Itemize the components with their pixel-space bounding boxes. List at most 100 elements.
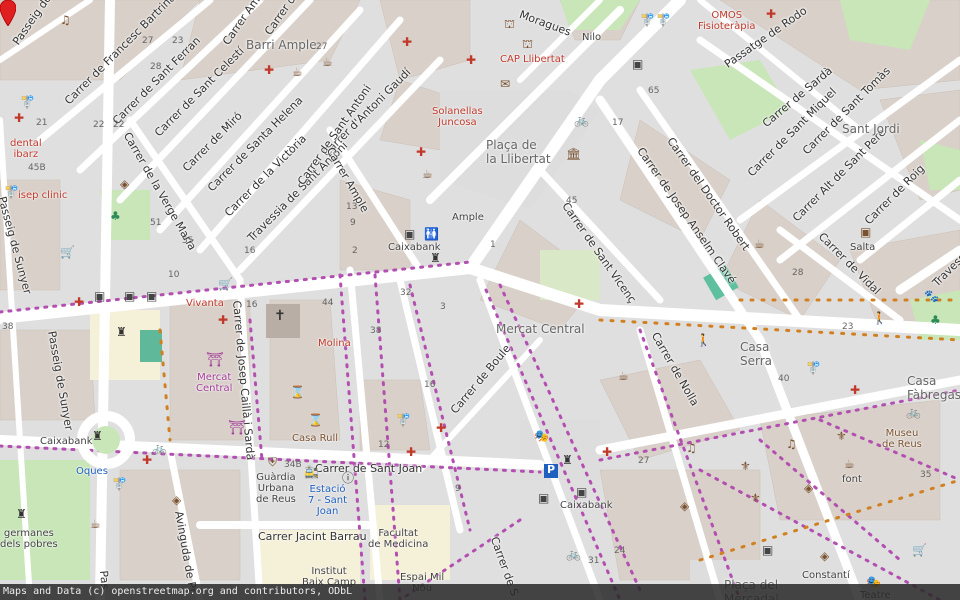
cafe-icon[interactable]: ☕: [322, 56, 333, 68]
historic-icon[interactable]: ⌛: [308, 414, 323, 426]
cafe-icon[interactable]: ☕: [90, 518, 101, 530]
bank-icon[interactable]: ▣: [124, 290, 135, 302]
bank-icon[interactable]: ▣: [94, 290, 105, 302]
pharmacy-icon[interactable]: ✚: [466, 54, 476, 66]
poi-label[interactable]: dental ibarz: [10, 138, 42, 160]
toilets-icon[interactable]: 🚻: [424, 228, 439, 240]
cafe-icon[interactable]: ☕: [844, 458, 855, 470]
gift-icon[interactable]: ⚜: [750, 492, 761, 504]
pharmacy-icon[interactable]: ✚: [850, 384, 860, 396]
poi-label[interactable]: Estació 7 - Sant Joan: [308, 484, 347, 517]
place-label[interactable]: Sant Jordi: [842, 122, 900, 136]
pharmacy-icon[interactable]: ✚: [416, 146, 426, 158]
pedestrian-icon[interactable]: 🚶: [696, 334, 711, 346]
theatre-icon[interactable]: 🎭: [534, 430, 549, 442]
art-icon[interactable]: ◈: [120, 178, 129, 190]
townhall-icon[interactable]: ⛫: [504, 18, 515, 30]
townhall-icon[interactable]: ⛫: [522, 38, 533, 50]
pharmacy-icon[interactable]: ✚: [402, 36, 412, 48]
pharmacy-icon[interactable]: ✚: [574, 298, 584, 310]
poi-label[interactable]: Mercat Central: [196, 372, 232, 394]
poi-label[interactable]: germanes dels pobres: [0, 528, 58, 550]
place-label[interactable]: Barri Ample: [246, 38, 317, 52]
bank-icon[interactable]: ▣: [538, 492, 549, 504]
police-icon[interactable]: ⛨: [268, 456, 277, 468]
bank-icon[interactable]: ▣: [576, 486, 587, 498]
bank-icon[interactable]: ▣: [404, 228, 415, 240]
poi-label[interactable]: Salta: [850, 242, 875, 253]
shop-icon[interactable]: 🛒: [60, 246, 75, 258]
pharmacy-icon[interactable]: ✚: [74, 296, 84, 308]
bus-stop-icon[interactable]: 🚏: [20, 96, 35, 108]
music-icon[interactable]: ♫: [786, 438, 797, 450]
poi-label[interactable]: Oques: [76, 466, 108, 477]
train-station-icon[interactable]: 🚉: [304, 466, 319, 478]
pharmacy-icon[interactable]: ✚: [436, 422, 446, 434]
poi-label[interactable]: CAP Llibertat: [500, 54, 565, 65]
cafe-icon[interactable]: ☕: [618, 370, 629, 382]
bank-icon[interactable]: ▣: [146, 290, 157, 302]
pharmacy-icon[interactable]: ✚: [766, 8, 776, 20]
place-label[interactable]: Plaça de la Llibertat: [486, 138, 551, 166]
museum-icon[interactable]: 🏛: [566, 148, 581, 160]
pedestrian-icon[interactable]: 🚶: [872, 312, 887, 324]
marketplace-icon[interactable]: ⛩: [228, 421, 246, 435]
bank-icon[interactable]: ▣: [860, 226, 871, 238]
playground-icon[interactable]: ♣: [110, 210, 121, 222]
bank-icon[interactable]: ▣: [762, 544, 773, 556]
bus-stop-icon[interactable]: 🚏: [396, 414, 411, 426]
monument-icon[interactable]: ♜: [562, 454, 573, 466]
poi-label[interactable]: Molina: [318, 338, 351, 349]
poi-label[interactable]: Nilo: [582, 32, 601, 43]
bicycle-rental-icon[interactable]: 🚲: [566, 548, 581, 560]
poi-label[interactable]: Constantí: [802, 570, 850, 581]
poi-label[interactable]: Ample: [452, 212, 484, 223]
poi-label[interactable]: OMOS Fisioteràpia: [698, 10, 755, 32]
place-label[interactable]: Casa Fàbregas: [907, 374, 960, 402]
poi-label[interactable]: font: [842, 474, 862, 485]
bus-stop-icon[interactable]: 🚏: [806, 362, 821, 374]
location-marker[interactable]: [0, 0, 16, 26]
bus-stop-icon[interactable]: 🚏: [112, 478, 127, 490]
gift-icon[interactable]: ⚜: [836, 430, 847, 442]
playground-icon[interactable]: ♣: [930, 314, 941, 326]
cafe-icon[interactable]: ☕: [292, 66, 303, 78]
pharmacy-icon[interactable]: ✚: [406, 446, 416, 458]
bus-stop-icon[interactable]: 🚏: [640, 14, 655, 26]
map-view[interactable]: Passeig de M Carrer de Francesc Bartrina C…: [0, 0, 960, 600]
place-label[interactable]: Mercat Central: [496, 322, 585, 336]
monument-icon[interactable]: ♜: [16, 508, 27, 520]
poi-label[interactable]: Caixabank: [560, 500, 613, 511]
pharmacy-icon[interactable]: ✚: [218, 314, 228, 326]
art-icon[interactable]: ◈: [172, 494, 181, 506]
bank-icon[interactable]: ▣: [632, 58, 643, 70]
poi-label[interactable]: Guàrdia Urbana de Reus: [256, 472, 296, 505]
post-office-icon[interactable]: ✉: [500, 78, 510, 90]
poi-label[interactable]: isep clinic: [18, 190, 67, 201]
dog-park-icon[interactable]: 🐾: [924, 290, 939, 302]
shop-icon[interactable]: 🛒: [912, 544, 927, 556]
poi-label[interactable]: Solanellas Juncosa: [432, 106, 483, 128]
information-icon[interactable]: ⓘ: [342, 472, 354, 484]
pharmacy-icon[interactable]: ✚: [14, 112, 24, 124]
place-label[interactable]: Casa Serra: [740, 340, 772, 368]
marketplace-icon[interactable]: ⛩: [206, 353, 224, 367]
pharmacy-icon[interactable]: ✚: [264, 64, 274, 76]
bicycle-rental-icon[interactable]: 🚲: [906, 406, 921, 418]
art-icon[interactable]: ◈: [680, 500, 689, 512]
bus-stop-icon[interactable]: 🚏: [656, 14, 671, 26]
bus-stop-icon[interactable]: 🚏: [4, 186, 19, 198]
historic-icon[interactable]: ⌛: [290, 386, 305, 398]
shop-icon[interactable]: 🛒: [218, 278, 233, 290]
monument-icon[interactable]: ♜: [430, 252, 441, 264]
cafe-icon[interactable]: ☕: [754, 238, 765, 250]
church-icon[interactable]: ✝: [274, 309, 286, 323]
poi-label[interactable]: Vivanta: [186, 298, 224, 309]
poi-label[interactable]: Casa Rull: [292, 433, 338, 444]
cafe-icon[interactable]: ☕: [422, 168, 433, 180]
music-icon[interactable]: ♫: [60, 14, 71, 26]
bicycle-rental-icon[interactable]: 🚲: [152, 442, 167, 454]
art-icon[interactable]: ◈: [820, 550, 829, 562]
poi-label[interactable]: Facultat de Medicina: [368, 528, 428, 550]
poi-label[interactable]: Museu de Reus: [882, 428, 922, 450]
